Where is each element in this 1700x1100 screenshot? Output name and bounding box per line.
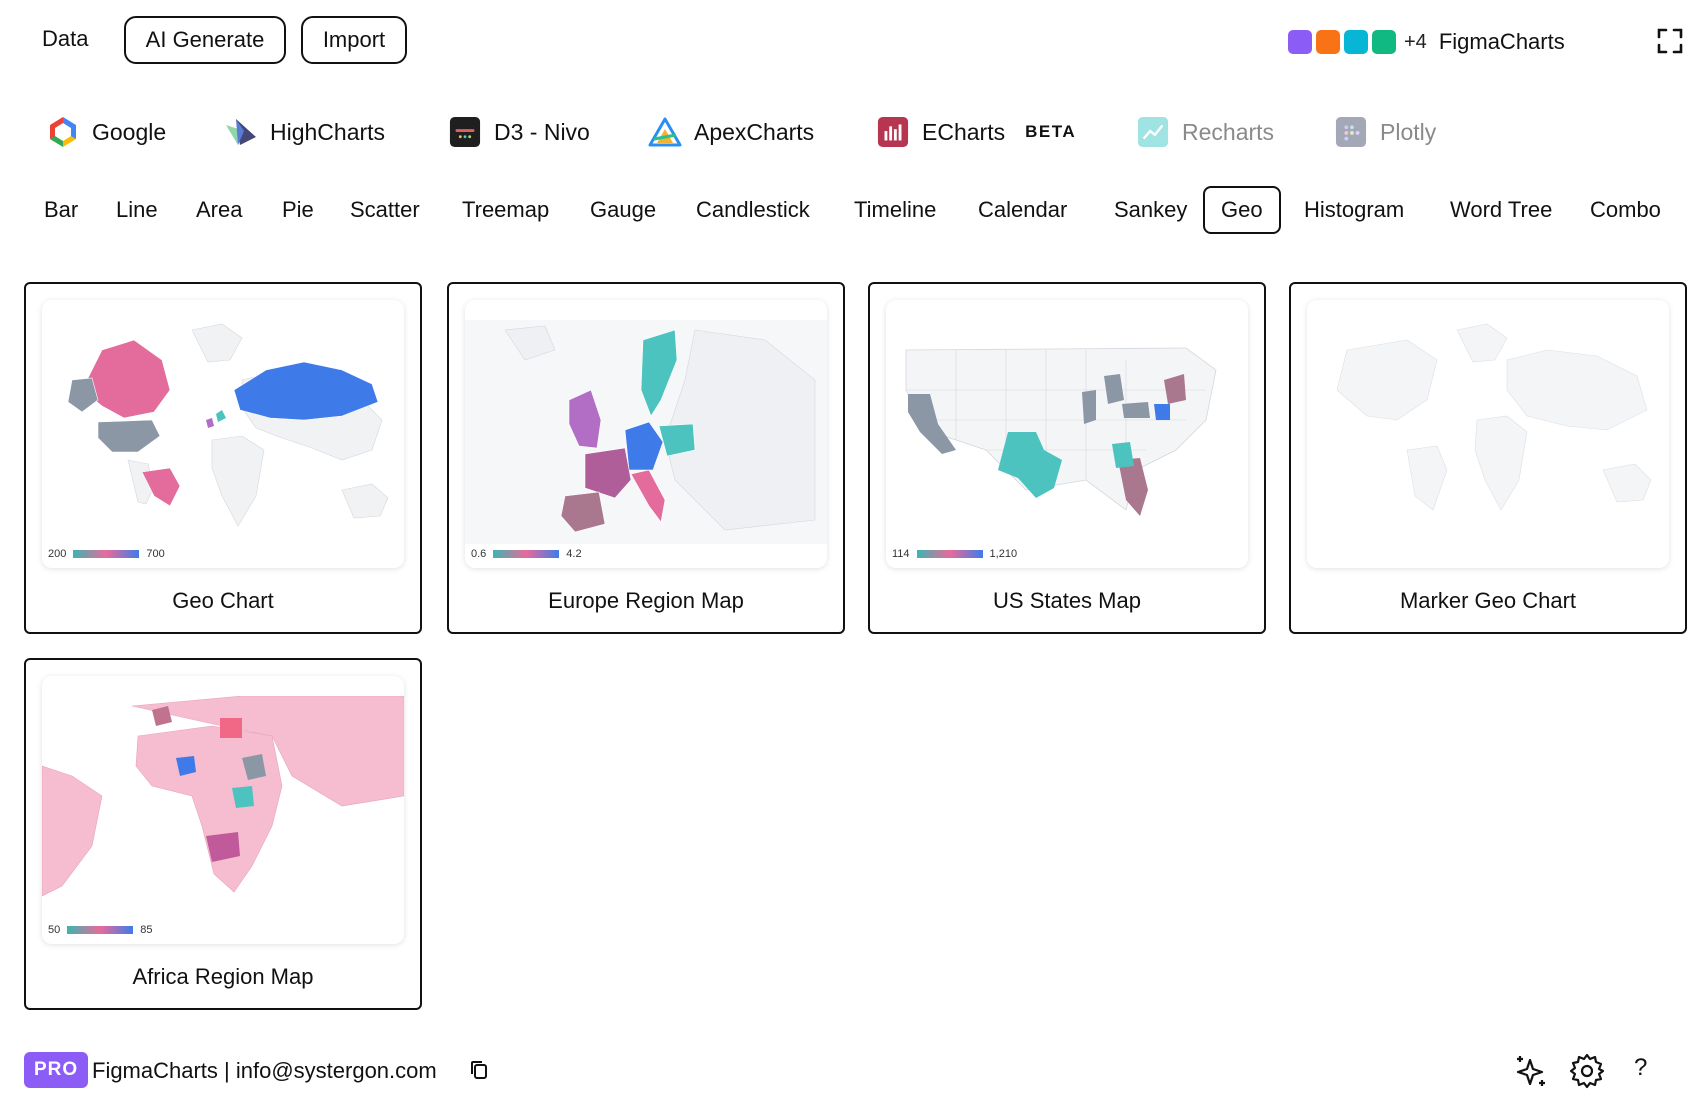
import-button[interactable]: Import [301, 16, 407, 64]
collaborator-avatar [1288, 30, 1312, 54]
library-d3-nivo[interactable]: D3 - Nivo [448, 114, 590, 150]
library-plotly[interactable]: Plotly [1334, 114, 1436, 150]
library-highcharts[interactable]: HighCharts [224, 114, 385, 150]
plotly-logo-icon [1334, 115, 1368, 149]
chart-thumbnail: 50 85 [42, 676, 404, 944]
legend-min: 200 [48, 548, 67, 560]
legend-gradient [493, 550, 560, 558]
us-states-map [905, 347, 1217, 516]
legend-max: 4.2 [566, 548, 582, 560]
recharts-logo-icon [1136, 115, 1170, 149]
library-label: D3 - Nivo [494, 118, 590, 145]
legend-gradient [73, 550, 140, 558]
tab-geo[interactable]: Geo [1203, 186, 1281, 234]
legend-gradient [67, 926, 134, 934]
copy-icon[interactable] [470, 1060, 488, 1080]
library-google[interactable]: Google [46, 114, 166, 150]
color-legend: 114 1,210 [892, 548, 1017, 560]
chart-card-europe-region-map[interactable]: 0.6 4.2 Europe Region Map [447, 282, 845, 634]
library-label: Recharts [1182, 118, 1275, 145]
library-selector: Google HighCharts D3 - Nivo ApexCharts E… [0, 108, 1700, 158]
pro-badge[interactable]: PRO [24, 1052, 89, 1088]
library-label: ApexCharts [694, 118, 815, 145]
ai-generate-button[interactable]: AI Generate [124, 16, 286, 64]
chart-card-geo-chart[interactable]: 200 700 Geo Chart [24, 282, 422, 634]
collaborators: +4 FigmaCharts [1288, 29, 1565, 55]
gear-icon[interactable] [1568, 1052, 1606, 1090]
tab-timeline[interactable]: Timeline [836, 186, 954, 234]
card-title: Marker Geo Chart [1399, 588, 1577, 613]
tab-sankey[interactable]: Sankey [1096, 186, 1205, 234]
collaborators-more: +4 [1404, 30, 1427, 53]
chart-card-africa-region-map[interactable]: 50 85 Africa Region Map [24, 658, 422, 1010]
tab-scatter[interactable]: Scatter [332, 186, 438, 234]
tab-candlestick[interactable]: Candlestick [678, 186, 828, 234]
tab-treemap[interactable]: Treemap [444, 186, 567, 234]
legend-min: 50 [48, 924, 61, 936]
chart-card-marker-geo-chart[interactable]: Marker Geo Chart [1289, 282, 1687, 634]
card-title: Geo Chart [172, 588, 274, 613]
top-bar: Data AI Generate Import +4 FigmaCharts [0, 0, 1700, 82]
chart-thumbnail [1307, 300, 1669, 568]
nivo-logo-icon [448, 115, 482, 149]
library-apexcharts[interactable]: ApexCharts [648, 114, 814, 150]
apexcharts-logo-icon [648, 115, 682, 149]
tab-calendar[interactable]: Calendar [960, 186, 1085, 234]
tab-combo[interactable]: Combo [1572, 186, 1679, 234]
legend-max: 1,210 [989, 548, 1018, 560]
beta-badge: BETA [1025, 122, 1077, 141]
collaborator-avatar [1316, 30, 1340, 54]
world-map [1336, 323, 1652, 511]
legend-max: 700 [146, 548, 165, 560]
collaborator-avatar [1372, 30, 1396, 54]
chart-thumbnail: 0.6 4.2 [465, 300, 827, 568]
europe-map [465, 320, 827, 544]
tab-word-tree[interactable]: Word Tree [1432, 186, 1570, 234]
sparkles-icon[interactable] [1512, 1052, 1550, 1090]
world-map [67, 323, 389, 527]
tab-gauge[interactable]: Gauge [572, 186, 674, 234]
chart-card-us-states-map[interactable]: 114 1,210 US States Map [868, 282, 1266, 634]
brand-name: FigmaCharts [1438, 29, 1565, 54]
legend-max: 85 [140, 924, 153, 936]
footer: PRO FigmaCharts | info@systergon.com ? [0, 1040, 1700, 1100]
data-tab[interactable]: Data [42, 26, 88, 52]
library-label: HighCharts [270, 118, 386, 145]
tab-line[interactable]: Line [98, 186, 176, 234]
color-legend: 0.6 4.2 [471, 548, 582, 560]
library-label: Plotly [1380, 118, 1437, 145]
tab-area[interactable]: Area [178, 186, 260, 234]
library-recharts[interactable]: Recharts [1136, 114, 1274, 150]
highcharts-logo-icon [224, 115, 258, 149]
color-legend: 200 700 [48, 548, 165, 560]
footer-contact: FigmaCharts | info@systergon.com [92, 1058, 437, 1083]
collaborator-avatar [1344, 30, 1368, 54]
chart-thumbnail: 200 700 [42, 300, 404, 568]
library-label: ECharts [922, 118, 1006, 145]
legend-gradient [916, 550, 983, 558]
africa-map [42, 696, 404, 897]
help-icon[interactable]: ? [1634, 1054, 1647, 1082]
library-echarts[interactable]: ECharts BETA [876, 114, 1076, 150]
card-title: Africa Region Map [132, 964, 314, 989]
echarts-logo-icon [876, 115, 910, 149]
chart-thumbnail: 114 1,210 [886, 300, 1248, 568]
color-legend: 50 85 [48, 924, 153, 936]
card-title: US States Map [993, 588, 1141, 613]
tab-pie[interactable]: Pie [264, 186, 332, 234]
google-logo-icon [46, 115, 80, 149]
legend-min: 114 [892, 548, 910, 560]
tab-bar[interactable]: Bar [26, 186, 96, 234]
card-title: Europe Region Map [548, 588, 744, 613]
legend-min: 0.6 [471, 548, 487, 560]
library-label: Google [92, 118, 167, 145]
expand-icon[interactable] [1657, 28, 1683, 54]
tab-histogram[interactable]: Histogram [1286, 186, 1422, 234]
chart-type-tabs: Bar Line Area Pie Scatter Treemap Gauge … [0, 184, 1700, 236]
